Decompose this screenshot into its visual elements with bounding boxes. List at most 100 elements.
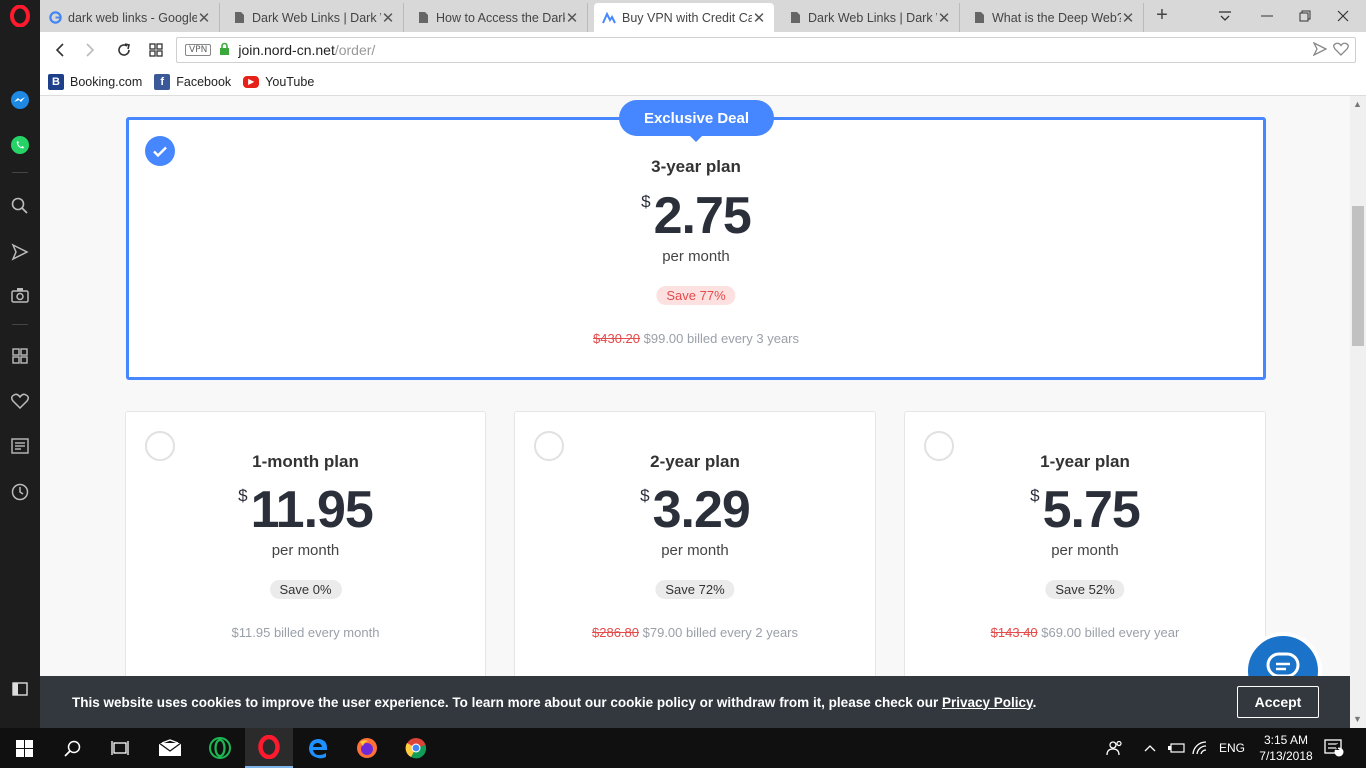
bookmark-booking[interactable]: B Booking.com [48,73,143,90]
tab[interactable]: How to Access the Dark ✕ [408,3,588,32]
tab[interactable]: What is the Deep Web? ✕ [964,3,1144,32]
close-tab-icon[interactable]: ✕ [752,9,766,27]
currency-symbol: $ [238,486,248,505]
billing-text: $11.95 billed every month [231,625,380,640]
old-price: $143.40 [990,625,1038,640]
forward-icon[interactable] [78,38,102,62]
sidebar-toggle-icon[interactable] [12,682,28,701]
close-window-icon[interactable] [1320,0,1366,32]
send-page-icon[interactable] [1312,41,1328,59]
news-icon[interactable] [8,434,32,458]
tab-menu-icon[interactable] [1202,0,1248,32]
currency-symbol: $ [640,486,650,505]
wifi-icon[interactable] [1192,728,1208,768]
plan-title: 2-year plan [650,452,740,471]
close-tab-icon[interactable]: ✕ [937,9,951,27]
plan-price: $ 2.75 [129,186,1263,246]
chrome-icon[interactable] [392,728,440,768]
nordvpn-icon [602,11,616,25]
close-tab-icon[interactable]: ✕ [565,9,579,27]
vpn-badge[interactable]: VPN [185,44,212,56]
opera-menu-icon[interactable] [8,4,32,28]
reload-icon[interactable] [112,38,136,62]
lock-icon[interactable] [219,42,230,58]
scroll-up-icon[interactable]: ▲ [1353,99,1362,109]
bookmark-label: YouTube [265,74,315,89]
bookmark-label: Booking.com [70,74,143,89]
mail-icon[interactable] [146,728,194,768]
scrollbar-thumb[interactable] [1352,206,1364,346]
bookmark-heart-icon[interactable] [1333,42,1349,59]
url-path: /order/ [334,42,376,58]
tab-title: Dark Web Links | Dark W [808,10,937,25]
language-indicator[interactable]: ENG [1219,728,1245,768]
plan-card-3-year[interactable]: 3-year plan $ 2.75 per month Save 77% $4… [126,117,1266,380]
send-icon[interactable] [8,240,32,264]
billing-text: $69.00 billed every year [1041,625,1180,640]
tab[interactable]: Dark Web Links | Dark W ✕ [224,3,404,32]
bookmarks-bar: B Booking.com f Facebook ▶ YouTube [40,68,1366,96]
messenger-icon[interactable] [8,88,32,112]
close-tab-icon[interactable]: ✕ [1121,9,1135,27]
bookmark-facebook[interactable]: f Facebook [154,73,231,90]
plan-price: $ 11.95 [126,480,485,540]
clock[interactable]: 3:15 AM 7/13/2018 [1254,732,1318,764]
back-icon[interactable] [48,38,72,62]
tab[interactable]: Dark Web Links | Dark W ✕ [780,3,960,32]
opera-browser-icon[interactable] [245,728,293,768]
save-badge: Save 52% [1045,580,1125,599]
whatsapp-icon[interactable] [8,133,32,157]
tab-active[interactable]: Buy VPN with Credit Car ✕ [594,3,774,32]
firefox-icon[interactable] [343,728,391,768]
url-field[interactable]: VPN join.nord-cn.net /order/ [176,37,1356,63]
price-amount: 3.29 [652,481,751,539]
new-tab-button[interactable]: + [1152,4,1172,28]
plan-price: $ 5.75 [905,480,1265,540]
page-scrollbar[interactable]: ▲ ▼ [1350,96,1366,728]
save-badge: Save 77% [656,286,736,305]
tab[interactable]: dark web links - Google ✕ [40,3,220,32]
close-tab-icon[interactable]: ✕ [197,9,211,27]
windows-start-icon[interactable] [0,728,48,768]
currency-symbol: $ [1030,486,1040,505]
scroll-down-icon[interactable]: ▼ [1353,714,1362,724]
search-icon[interactable] [48,728,96,768]
power-icon[interactable] [1168,728,1186,768]
date: 7/13/2018 [1259,749,1313,763]
notifications-icon[interactable]: 1 [1324,728,1344,768]
check-icon [153,146,167,157]
camera-icon[interactable] [8,283,32,307]
tab-title: dark web links - Google [68,10,197,25]
search-icon[interactable] [8,194,32,218]
opera-sidebar [0,0,40,728]
chevron-up-icon[interactable] [1144,728,1156,768]
history-icon[interactable] [8,480,32,504]
price-amount: 5.75 [1042,481,1141,539]
page-icon [788,11,802,25]
bookmark-youtube[interactable]: ▶ YouTube [243,75,314,89]
billing-info: $430.20 $99.00 billed every 3 years [129,331,1263,346]
heart-icon[interactable] [8,389,32,413]
opera-gx-icon[interactable] [196,728,244,768]
cookie-message-end: . [1032,694,1037,710]
address-bar: VPN join.nord-cn.net /order/ [40,32,1366,68]
plan-title: 1-year plan [1040,452,1130,471]
price-period: per month [271,542,340,559]
sidebar-divider [12,172,28,173]
task-view-icon[interactable] [96,728,144,768]
people-icon[interactable] [1106,728,1124,768]
url-host: join.nord-cn.net [238,42,335,58]
price-amount: 2.75 [653,187,752,245]
speed-dial-icon[interactable] [8,344,32,368]
accept-cookies-button[interactable]: Accept [1237,686,1319,718]
close-tab-icon[interactable]: ✕ [381,9,395,27]
billing-info: $11.95 billed every month [126,625,485,640]
tabs-grid-icon[interactable] [144,38,168,62]
edge-icon[interactable] [294,728,342,768]
save-badge: Save 72% [655,580,735,599]
cookie-text: This website uses cookies to improve the… [72,695,1036,710]
billing-info: $286.80 $79.00 billed every 2 years [515,625,875,640]
privacy-policy-link[interactable]: Privacy Policy [942,695,1033,710]
notification-count: 1 [1335,743,1340,752]
sidebar-divider [12,324,28,325]
